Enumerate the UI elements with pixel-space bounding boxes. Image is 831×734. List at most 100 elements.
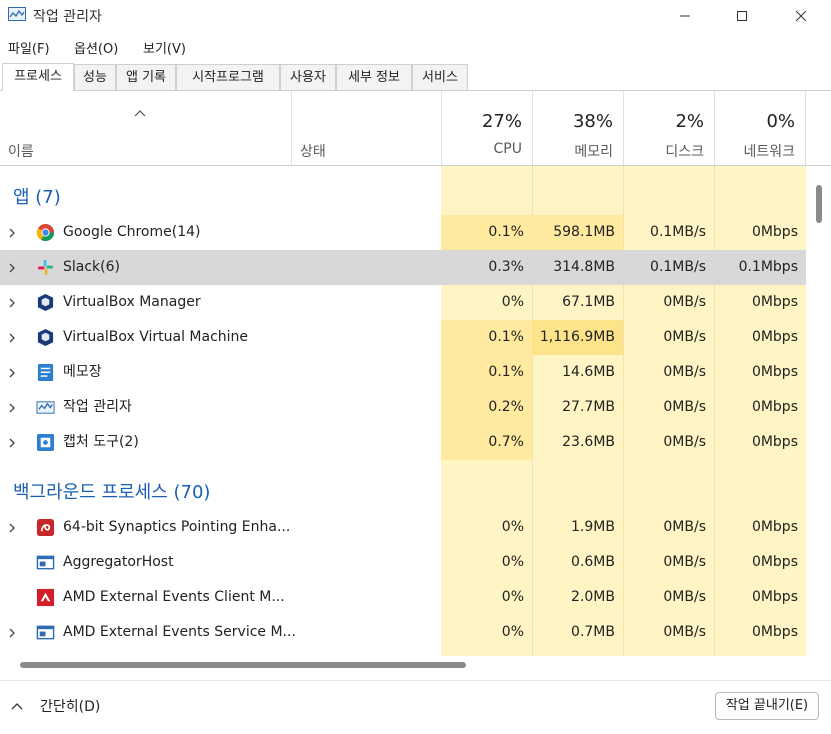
network-value: 0Mbps	[751, 589, 798, 605]
process-name: AMD External Events Service M...	[63, 624, 296, 640]
process-name: Slack(6)	[63, 259, 120, 275]
chevron-up-icon	[11, 703, 23, 710]
process-row[interactable]: VirtualBox Manager 0% 67.1MB 0MB/s 0Mbps	[0, 285, 806, 320]
memory-column-header[interactable]: 38% 메모리	[532, 91, 623, 165]
chevron-right-icon[interactable]	[8, 615, 22, 650]
tab-startup[interactable]: 시작프로그램	[176, 64, 280, 90]
synaptics-icon	[36, 518, 55, 537]
process-row[interactable]: AMD External Events Client M... 0% 2.0MB 0M…	[0, 580, 806, 615]
chevron-right-icon[interactable]	[8, 320, 22, 355]
menu-file[interactable]: 파일(F)	[8, 38, 50, 57]
vertical-scrollbar[interactable]	[816, 185, 822, 223]
name-header-label: 이름	[8, 144, 34, 160]
disk-value: 0MB/s	[663, 519, 706, 535]
network-header-label: 네트워크	[743, 144, 795, 160]
process-row[interactable]: 캡처 도구(2) 0.7% 23.6MB 0MB/s 0Mbps	[0, 425, 806, 460]
maximize-button[interactable]	[712, 0, 772, 32]
status-column-header[interactable]: 상태	[291, 91, 441, 165]
cpu-value: 0.2%	[441, 390, 532, 425]
disk-value: 0.1MB/s	[650, 224, 706, 240]
background-group-title: 백그라운드 프로세스 (70)	[13, 482, 211, 503]
cpu-value: 0.3%	[488, 259, 524, 275]
process-list: 앱 (7) Google Chrome(14) 0.1% 598.1MB 0.1MB/…	[0, 166, 806, 656]
process-row[interactable]: 메모장 0.1% 14.6MB 0MB/s 0Mbps	[0, 355, 806, 390]
cpu-value: 0%	[501, 519, 524, 535]
network-value: 0Mbps	[751, 224, 798, 240]
cpu-value: 0%	[501, 589, 524, 605]
cpu-value: 0.1%	[441, 355, 532, 390]
process-row[interactable]: Slack(6) 0.3% 314.8MB 0.1MB/s 0.1Mbps	[0, 250, 806, 285]
cpu-value: 0%	[501, 294, 524, 310]
chevron-right-icon[interactable]	[8, 285, 22, 320]
process-row[interactable]: 작업 관리자 0.2% 27.7MB 0MB/s 0Mbps	[0, 390, 806, 425]
tab-performance[interactable]: 성능	[74, 64, 116, 90]
tab-processes[interactable]: 프로세스	[2, 63, 74, 91]
tab-app-history[interactable]: 앱 기록	[116, 64, 176, 90]
chevron-right-icon[interactable]	[8, 510, 22, 545]
disk-value: 0MB/s	[663, 329, 706, 345]
menu-view[interactable]: 보기(V)	[143, 38, 186, 57]
process-row[interactable]: VirtualBox Virtual Machine 0.1% 1,116.9MB 0…	[0, 320, 806, 355]
tab-services[interactable]: 서비스	[412, 64, 468, 90]
task-manager-icon	[8, 7, 26, 21]
memory-value: 314.8MB	[553, 259, 615, 275]
memory-value: 14.6MB	[562, 364, 615, 380]
chevron-right-icon[interactable]	[8, 425, 22, 460]
network-value: 0Mbps	[751, 624, 798, 640]
footer	[0, 680, 831, 734]
disk-value: 0.1MB/s	[650, 259, 706, 275]
tab-details[interactable]: 세부 정보	[336, 64, 412, 90]
menu-options[interactable]: 옵션(O)	[74, 38, 118, 57]
process-row[interactable]: AggregatorHost 0% 0.6MB 0MB/s 0Mbps	[0, 545, 806, 580]
network-total: 0%	[766, 111, 795, 132]
memory-header-label: 메모리	[574, 144, 613, 160]
memory-value: 27.7MB	[562, 399, 615, 415]
close-button[interactable]	[771, 0, 831, 32]
process-name: VirtualBox Manager	[63, 294, 201, 310]
window-app-icon	[36, 553, 55, 572]
memory-value: 23.6MB	[562, 434, 615, 450]
cpu-header-label: CPU	[493, 141, 522, 157]
network-value: 0Mbps	[751, 329, 798, 345]
minimize-button[interactable]	[655, 0, 715, 32]
chevron-right-icon[interactable]	[8, 215, 22, 250]
network-value: 0Mbps	[751, 399, 798, 415]
network-value: 0.1Mbps	[738, 259, 798, 275]
chevron-right-icon[interactable]	[8, 390, 22, 425]
horizontal-scrollbar[interactable]	[20, 662, 466, 668]
menu-bar: 파일(F) 옵션(O) 보기(V)	[0, 34, 831, 58]
process-row[interactable]: Google Chrome(14) 0.1% 598.1MB 0.1MB/s 0Mbps	[0, 215, 806, 250]
cpu-value: 0%	[501, 624, 524, 640]
process-row[interactable]: 64-bit Synaptics Pointing Enha... 0% 1.9MB…	[0, 510, 806, 545]
name-column-header[interactable]: 이름	[0, 91, 291, 165]
disk-value: 0MB/s	[663, 364, 706, 380]
apps-group-title: 앱 (7)	[13, 187, 61, 208]
network-value: 0Mbps	[751, 519, 798, 535]
process-row[interactable]: AMD External Events Service M... 0% 0.7MB 0…	[0, 615, 806, 650]
process-name: AMD External Events Client M...	[63, 589, 285, 605]
cpu-value: 0.1%	[441, 215, 532, 250]
process-name: Google Chrome(14)	[63, 224, 201, 240]
memory-value: 67.1MB	[562, 294, 615, 310]
end-task-button[interactable]: 작업 끝내기(E)	[715, 692, 819, 720]
tab-users[interactable]: 사용자	[280, 64, 336, 90]
process-name: 64-bit Synaptics Pointing Enha...	[63, 519, 291, 535]
network-column-header[interactable]: 0% 네트워크	[714, 91, 806, 165]
memory-value: 0.7MB	[571, 624, 615, 640]
chevron-right-icon[interactable]	[8, 250, 22, 285]
disk-value: 0MB/s	[663, 434, 706, 450]
network-value: 0Mbps	[751, 434, 798, 450]
memory-total: 38%	[572, 111, 613, 132]
memory-value: 1.9MB	[571, 519, 615, 535]
status-header-label: 상태	[300, 144, 326, 160]
cpu-value: 0%	[501, 554, 524, 570]
virtualbox-icon	[36, 328, 55, 347]
process-name: AggregatorHost	[63, 554, 174, 570]
fewer-details-button[interactable]: 간단히(D)	[10, 692, 100, 720]
chevron-right-icon[interactable]	[8, 355, 22, 390]
virtualbox-icon	[36, 293, 55, 312]
disk-column-header[interactable]: 2% 디스크	[623, 91, 714, 165]
network-value: 0Mbps	[751, 294, 798, 310]
memory-value: 1,116.9MB	[532, 320, 623, 355]
cpu-column-header[interactable]: 27% CPU	[441, 91, 532, 165]
